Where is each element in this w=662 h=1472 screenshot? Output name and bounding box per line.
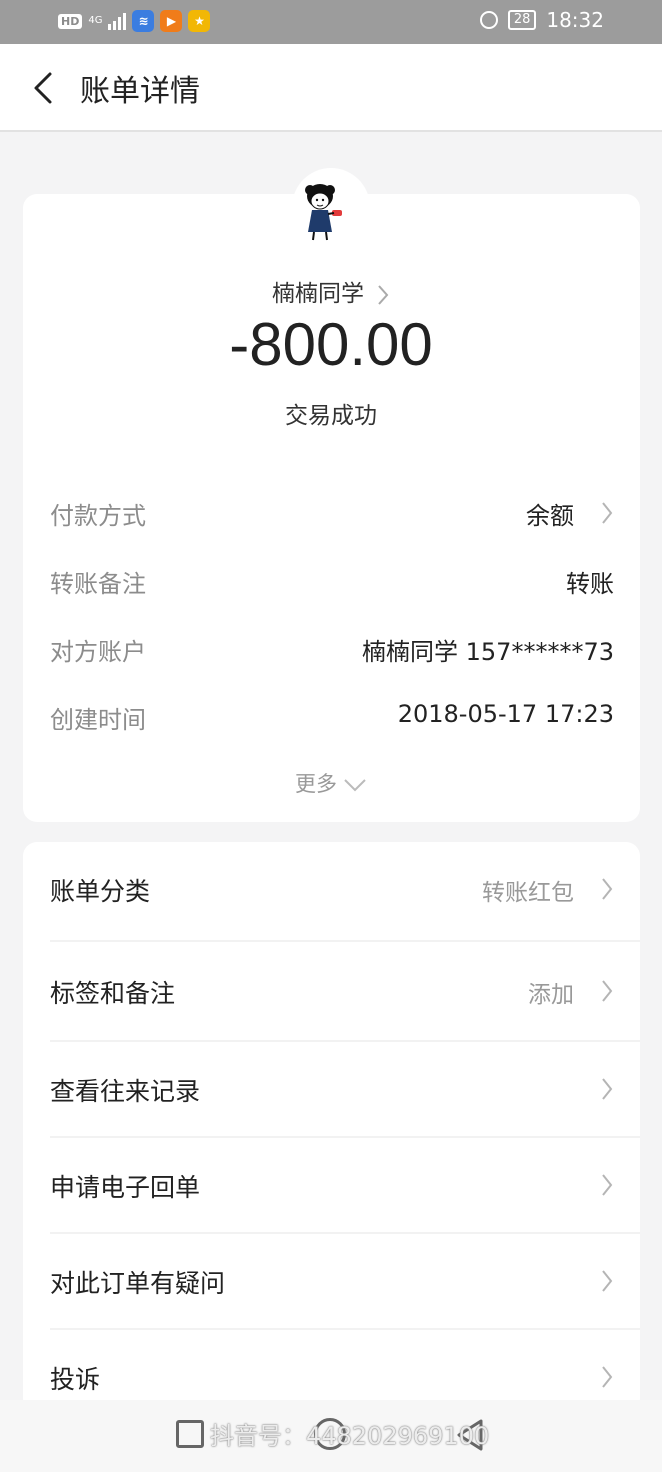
payee-name[interactable]: 楠楠同学 (0, 274, 662, 308)
star-app-icon: ★ (188, 10, 211, 32)
chevron-right-icon (602, 1270, 613, 1292)
detail-label: 对方账户 (50, 638, 146, 666)
chevron-right-icon (602, 1366, 613, 1388)
action-label: 查看往来记录 (50, 1077, 201, 1106)
action-label: 对此订单有疑问 (50, 1269, 226, 1298)
hd-badge: HD (58, 13, 83, 29)
action-bill-category[interactable]: 账单分类 转账红包 (23, 842, 640, 938)
action-value: 添加 (528, 982, 574, 1008)
status-bar: HD 4G ≋ ▶ ★ 28 18:32 (0, 0, 662, 44)
recent-apps-icon[interactable] (176, 1420, 204, 1448)
chevron-right-icon (602, 1174, 613, 1196)
watermark-text: 抖音号：448202969100 (210, 1422, 490, 1450)
detail-row-created-time: 创建时间 2018-05-17 17:23 (50, 700, 614, 736)
wifi-app-icon: ≋ (132, 10, 155, 32)
detail-value: 2018-05-17 17:23 (397, 700, 614, 728)
detail-label: 转账备注 (50, 570, 146, 598)
action-e-receipt[interactable]: 申请电子回单 (23, 1138, 640, 1234)
action-label: 标签和备注 (50, 979, 176, 1008)
chevron-right-icon (602, 980, 613, 1002)
battery-icon: 28 (507, 10, 537, 30)
detail-row-payment-method[interactable]: 付款方式 余额 (50, 496, 614, 532)
avatar[interactable] (296, 180, 362, 246)
more-label: 更多 (295, 772, 337, 796)
divider (50, 940, 640, 942)
detail-row-counterparty: 对方账户 楠楠同学 157******73 (50, 632, 614, 668)
signal-icon (108, 12, 127, 30)
clock: 18:32 (546, 8, 604, 32)
network-label: 4G (88, 15, 103, 26)
alarm-icon (479, 11, 498, 29)
detail-row-transfer-note: 转账备注 转账 (50, 564, 614, 600)
status-icons-right: 28 18:32 (479, 8, 604, 32)
action-view-history[interactable]: 查看往来记录 (23, 1042, 640, 1138)
action-order-question[interactable]: 对此订单有疑问 (23, 1234, 640, 1330)
action-label: 投诉 (50, 1365, 101, 1394)
action-label: 账单分类 (50, 877, 151, 906)
detail-value: 余额 (526, 502, 574, 530)
chevron-left-icon[interactable] (28, 70, 64, 106)
payee-label: 楠楠同学 (272, 281, 364, 307)
transaction-status: 交易成功 (285, 403, 377, 429)
chevron-right-icon (602, 502, 613, 524)
chevron-right-icon (602, 1078, 613, 1100)
action-tags-notes[interactable]: 标签和备注 添加 (23, 944, 640, 1040)
detail-label: 付款方式 (50, 502, 146, 530)
detail-label: 创建时间 (50, 706, 146, 734)
chevron-right-icon (378, 284, 389, 305)
status-icons-left: HD 4G ≋ ▶ ★ (58, 10, 211, 32)
page-title: 账单详情 (80, 74, 200, 109)
action-value: 转账红包 (482, 880, 574, 906)
chevron-down-icon (344, 779, 366, 792)
action-label: 申请电子回单 (50, 1173, 201, 1202)
amount: -800.00 (229, 311, 433, 378)
nav-bar: 账单详情 (0, 44, 662, 132)
chevron-right-icon (602, 878, 613, 900)
detail-value: 转账 (566, 570, 614, 598)
video-app-icon: ▶ (160, 10, 183, 32)
detail-value: 楠楠同学 157******73 (362, 638, 614, 666)
more-toggle[interactable]: 更多 (0, 768, 662, 798)
